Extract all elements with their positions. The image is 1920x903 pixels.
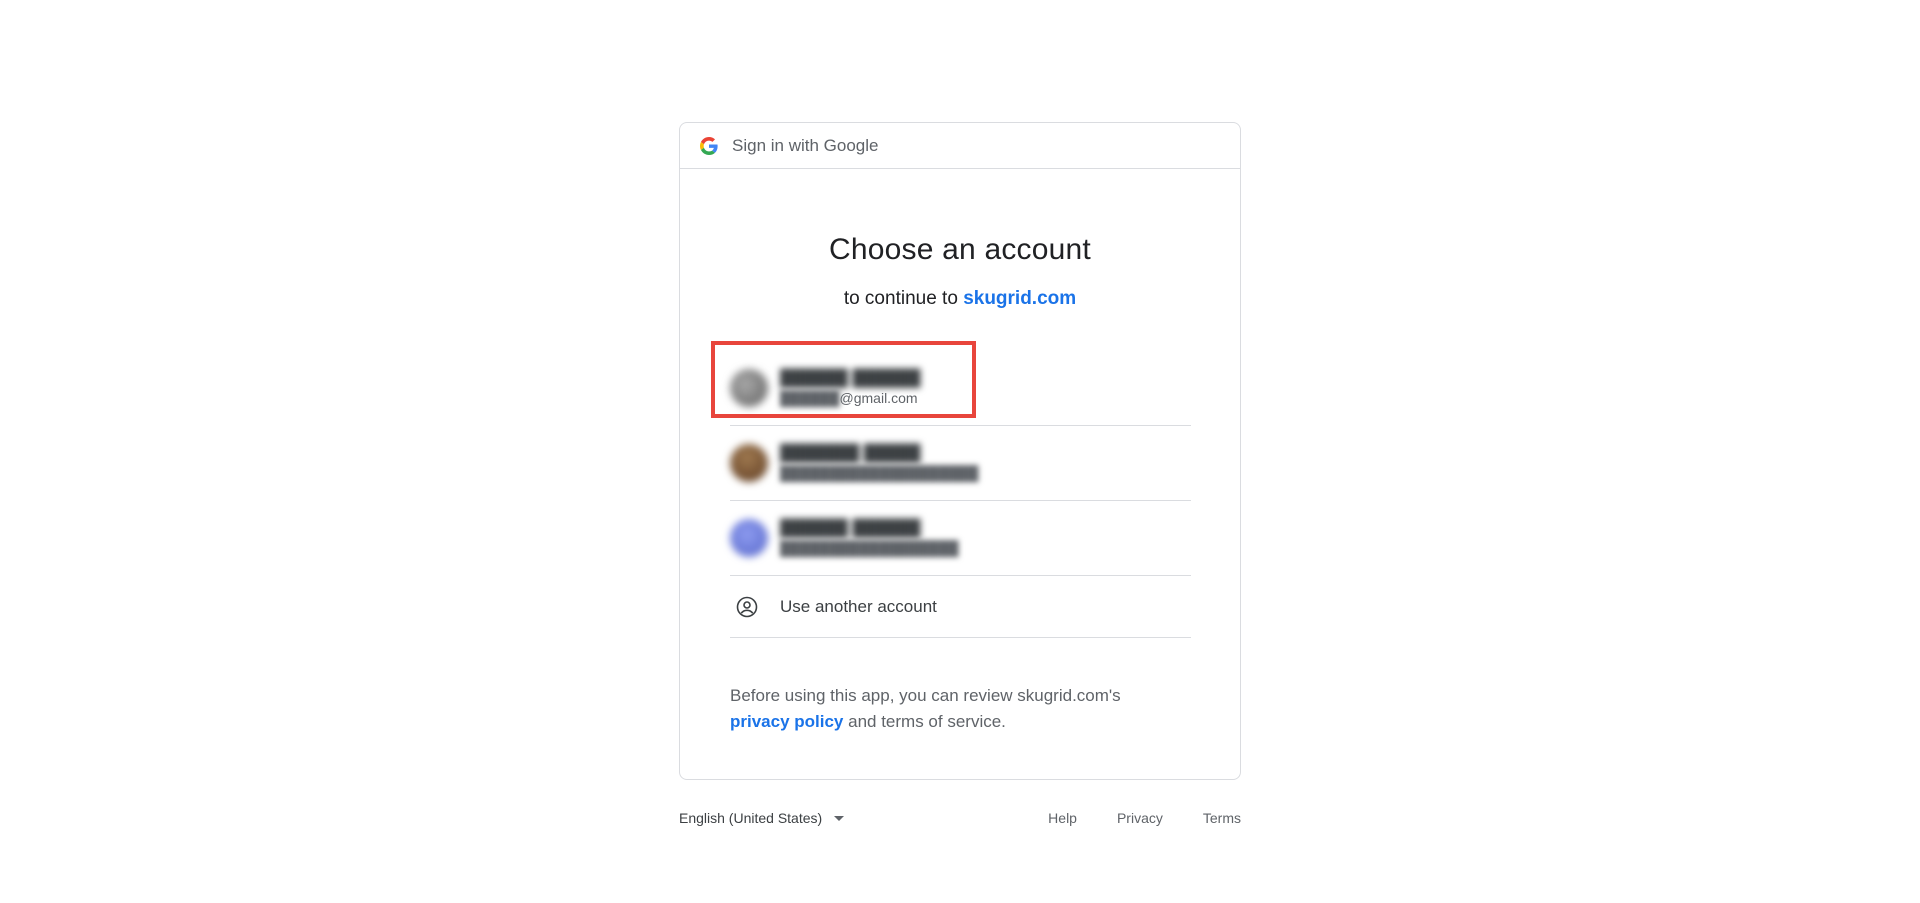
- help-link[interactable]: Help: [1048, 810, 1077, 826]
- page-subtitle: to continue to skugrid.com: [680, 288, 1240, 310]
- google-g-icon: [700, 136, 718, 155]
- header-title: Sign in with Google: [732, 135, 879, 155]
- account-item-3[interactable]: ██████ ██████ ██████████████████: [730, 501, 1191, 576]
- caret-down-icon: [834, 815, 845, 821]
- use-another-account-button[interactable]: Use another account: [730, 576, 1191, 638]
- account-circle-icon: [735, 595, 759, 619]
- privacy-link[interactable]: Privacy: [1117, 810, 1163, 826]
- language-label: English (United States): [679, 810, 823, 826]
- account-name: ███████ █████: [780, 445, 921, 462]
- terms-link[interactable]: Terms: [1203, 810, 1241, 826]
- account-item-1[interactable]: ██████ ██████ ██████@gmail.com: [730, 351, 1191, 426]
- site-name: skugrid.com: [963, 288, 1077, 309]
- language-selector[interactable]: English (United States): [679, 810, 845, 826]
- footer: English (United States) Help Privacy Ter…: [679, 810, 1241, 826]
- page-title: Choose an account: [829, 233, 1091, 266]
- disclaimer-before: Before using this app, you can review sk…: [730, 686, 1121, 705]
- privacy-policy-link[interactable]: privacy policy: [730, 712, 843, 731]
- avatar: [730, 444, 768, 482]
- avatar: [730, 369, 768, 407]
- subtitle-prefix: to continue to: [843, 288, 958, 309]
- account-name: ██████ ██████: [780, 370, 921, 387]
- use-another-account-label: Use another account: [780, 596, 937, 616]
- disclaimer-text: Before using this app, you can review sk…: [730, 683, 1191, 735]
- sign-in-card: Sign in with Google Choose an account to…: [679, 122, 1241, 780]
- footer-links: Help Privacy Terms: [1048, 810, 1241, 826]
- account-name: ██████ ██████: [780, 520, 921, 537]
- account-email: ████████████████████: [780, 465, 979, 481]
- card-header: Sign in with Google: [680, 123, 1240, 169]
- disclaimer-after: and terms of service.: [848, 712, 1006, 731]
- account-email: ██████████████████: [780, 540, 959, 556]
- account-email: ██████@gmail.com: [780, 390, 918, 406]
- account-list: ██████ ██████ ██████@gmail.com ███████ █…: [730, 351, 1191, 638]
- avatar: [730, 519, 768, 557]
- account-item-2[interactable]: ███████ █████ ████████████████████: [730, 426, 1191, 501]
